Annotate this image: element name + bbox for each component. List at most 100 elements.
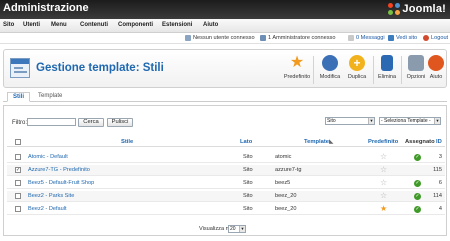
template-cell: azzure7-tg: [275, 167, 302, 173]
location-cell: Sito: [243, 193, 253, 199]
assigned-check-icon: ✓: [414, 193, 421, 200]
template-cell: beez_20: [275, 193, 297, 199]
select-all-checkbox[interactable]: [15, 139, 21, 145]
menu-item-help[interactable]: Aiuto: [203, 22, 218, 28]
edit-button[interactable]: Modifica: [315, 55, 345, 85]
template-cell: beez_20: [275, 206, 297, 212]
styles-list-panel: Filtro: Cerca Pulisci Sito ▼ - Seleziona…: [3, 105, 447, 236]
view-site-link[interactable]: Vedi sito: [388, 35, 417, 41]
row-checkbox[interactable]: [15, 154, 21, 160]
not-default-star-icon[interactable]: ☆: [380, 152, 387, 161]
star-icon: ★: [289, 54, 305, 71]
template-cell: beez5: [275, 180, 291, 186]
toolbar: Gestione template: Stili ★ Predefinito M…: [3, 49, 447, 88]
logout-icon: [423, 35, 429, 41]
menu-item-users[interactable]: Utenti: [23, 22, 40, 28]
id-cell: 6: [438, 180, 442, 186]
col-assigned: Assegnato: [405, 139, 435, 145]
location-cell: Sito: [243, 206, 253, 212]
tab-styles[interactable]: Stili: [7, 92, 31, 102]
template-cell: atomic: [275, 154, 292, 160]
app-title: Administrazione: [3, 2, 89, 14]
menu-item-content[interactable]: Contenuti: [80, 22, 108, 28]
id-cell: 115: [433, 167, 442, 173]
logout-link[interactable]: Logout: [423, 35, 448, 41]
row-checkbox[interactable]: ✓: [15, 167, 21, 173]
col-id[interactable]: ID: [436, 139, 442, 145]
options-icon: [408, 55, 424, 71]
messages-text: 0 Messaggi: [356, 35, 385, 41]
id-cell: 114: [433, 193, 442, 199]
duplicate-icon: +: [349, 55, 365, 71]
delete-button[interactable]: Elimina: [372, 55, 402, 85]
page-limit-value: 20: [230, 226, 236, 232]
visitors-status: Nessun utente connesso: [185, 35, 255, 41]
col-default[interactable]: Predefinito: [368, 139, 398, 145]
assigned-check-icon: ✓: [414, 154, 421, 161]
not-default-star-icon[interactable]: ☆: [380, 191, 387, 200]
style-name-link[interactable]: Azzure7-TG - Predefinito: [28, 167, 90, 173]
location-cell: Sito: [243, 154, 253, 160]
not-default-star-icon[interactable]: ☆: [380, 178, 387, 187]
id-cell: 3: [438, 154, 442, 160]
visitors-text: Nessun utente connesso: [193, 35, 255, 41]
style-name-link[interactable]: Beez2 - Default: [28, 206, 67, 212]
style-name-link[interactable]: Beez5 - Default-Fruit Shop: [28, 180, 94, 186]
filter-label: Filtro:: [12, 120, 27, 126]
chevron-down-icon: ▼: [434, 118, 440, 124]
style-name-link[interactable]: Beez2 - Parks Site: [28, 193, 74, 199]
view-site-text: Vedi sito: [396, 35, 418, 41]
pagination: Visualizza n. 20 ▼: [4, 224, 446, 234]
users-icon: [185, 35, 191, 41]
clear-button[interactable]: Pulisci: [107, 118, 133, 127]
style-name-link[interactable]: Atomic - Default: [28, 154, 68, 160]
edit-icon: [322, 55, 338, 71]
page-limit-select[interactable]: 20 ▼: [228, 225, 246, 233]
status-bar: Nessun utente connesso 1 Amministratore …: [0, 33, 450, 44]
search-button[interactable]: Cerca: [78, 118, 104, 127]
col-template[interactable]: Template: [304, 139, 329, 145]
table-row: Atomic - Default Sito atomic ☆ ✓ 3: [7, 152, 445, 163]
tab-templates[interactable]: Template: [33, 92, 67, 102]
table-header: Stile Lato Template ◣ Predefinito Assegn…: [7, 138, 445, 147]
make-default-label: Predefinito: [283, 74, 311, 80]
row-checkbox[interactable]: [15, 206, 21, 212]
row-checkbox[interactable]: [15, 193, 21, 199]
page-title: Gestione template: Stili: [36, 62, 164, 74]
help-icon: [428, 55, 444, 71]
location-select[interactable]: Sito ▼: [325, 117, 375, 125]
chevron-down-icon: ▼: [368, 118, 374, 124]
menu-item-components[interactable]: Componenti: [118, 22, 153, 28]
assigned-check-icon: ✓: [414, 180, 421, 187]
admins-status: 1 Amministratore connesso: [260, 35, 335, 41]
col-style[interactable]: Stile: [121, 139, 133, 145]
view-site-icon: [388, 35, 394, 41]
messages-link[interactable]: 0 Messaggi: [348, 35, 385, 41]
template-select[interactable]: - Seleziona Template - ▼: [379, 117, 441, 125]
admin-users-icon: [260, 35, 266, 41]
edit-label: Modifica: [319, 74, 341, 80]
menu-item-extensions[interactable]: Estensioni: [162, 22, 192, 28]
make-default-button[interactable]: ★ Predefinito: [282, 55, 312, 85]
template-manager-icon: [10, 58, 30, 78]
location-select-value: Sito: [327, 118, 336, 124]
location-cell: Sito: [243, 180, 253, 186]
help-button[interactable]: Aiuto: [425, 55, 447, 85]
menu-item-menu[interactable]: Menu: [51, 22, 67, 28]
duplicate-label: Duplica: [347, 74, 367, 80]
page-limit-label: Visualizza n.: [199, 226, 231, 232]
col-location[interactable]: Lato: [240, 139, 252, 145]
menu-item-site[interactable]: Sito: [3, 22, 14, 28]
joomla-logo[interactable]: Joomla!: [388, 2, 446, 16]
submenu-tabs: Stili Template: [3, 92, 447, 102]
id-cell: 4: [438, 206, 442, 212]
trash-icon: [381, 55, 393, 71]
default-star-icon[interactable]: ★: [380, 204, 387, 213]
filter-search-input[interactable]: [27, 118, 76, 126]
sort-icon: ◣: [329, 139, 334, 145]
not-default-star-icon[interactable]: ☆: [380, 165, 387, 174]
brand-name: Joomla!: [402, 3, 446, 15]
duplicate-button[interactable]: + Duplica: [342, 55, 372, 85]
row-checkbox[interactable]: [15, 180, 21, 186]
main-menu: Sito Utenti Menu Contenuti Componenti Es…: [0, 19, 450, 33]
